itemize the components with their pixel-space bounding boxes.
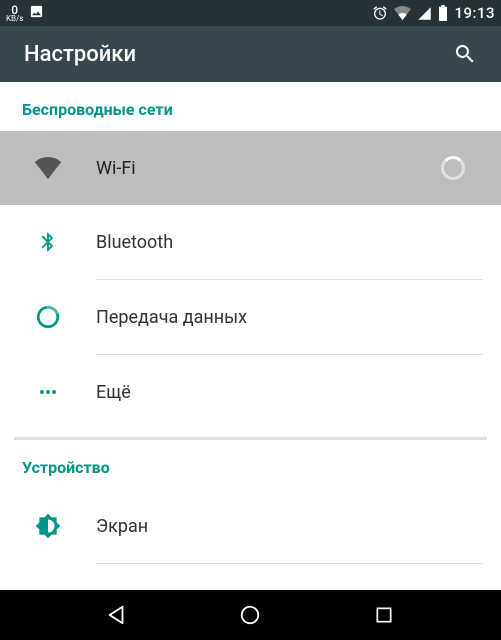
settings-list[interactable]: Беспроводные сети Wi-Fi Bluetooth Переда… xyxy=(0,82,501,590)
nav-back-button[interactable] xyxy=(87,590,147,640)
screen: 0 KB/s 19:13 Настройки xyxy=(0,0,501,640)
home-circle-icon xyxy=(239,604,261,626)
settings-item-label: Экран xyxy=(78,516,483,537)
section-header-device: Устройство xyxy=(0,440,501,489)
display-brightness-icon xyxy=(18,513,78,539)
settings-item-label: Передача данных xyxy=(78,307,483,328)
settings-item-bluetooth[interactable]: Bluetooth xyxy=(0,205,501,279)
page-title: Настройки xyxy=(24,42,136,67)
status-right: 19:13 xyxy=(372,4,495,22)
search-button[interactable] xyxy=(445,34,485,74)
nav-recent-button[interactable] xyxy=(354,590,414,640)
status-bar: 0 KB/s 19:13 xyxy=(0,0,501,26)
network-speed-indicator: 0 KB/s xyxy=(6,4,23,23)
section-header-wireless: Беспроводные сети xyxy=(0,82,501,131)
loading-spinner xyxy=(423,156,483,180)
alarm-icon xyxy=(372,5,388,21)
settings-item-display[interactable]: Экран xyxy=(0,489,501,563)
navigation-bar xyxy=(0,590,501,640)
wifi-status-icon xyxy=(394,6,411,20)
battery-icon xyxy=(438,5,448,21)
net-speed-unit: KB/s xyxy=(6,15,23,23)
settings-item-sound[interactable]: Звуки и уведомления xyxy=(0,564,501,590)
bluetooth-icon xyxy=(18,228,78,256)
wifi-icon xyxy=(18,157,78,179)
image-icon xyxy=(29,4,44,19)
data-usage-icon xyxy=(18,304,78,330)
app-bar: Настройки xyxy=(0,26,501,82)
settings-item-wifi[interactable]: Wi-Fi xyxy=(0,131,501,205)
recent-square-icon xyxy=(374,605,394,625)
settings-item-label: Wi-Fi xyxy=(78,158,423,179)
clock: 19:13 xyxy=(454,4,495,22)
back-triangle-icon xyxy=(106,604,128,626)
nav-home-button[interactable] xyxy=(220,590,280,640)
more-horizontal-icon xyxy=(18,380,78,404)
settings-item-more[interactable]: Ещё xyxy=(0,355,501,429)
cellular-signal-icon xyxy=(417,6,432,21)
status-left: 0 KB/s xyxy=(6,4,44,23)
settings-item-label: Ещё xyxy=(78,382,483,403)
settings-item-label: Bluetooth xyxy=(78,232,483,253)
settings-item-data-usage[interactable]: Передача данных xyxy=(0,280,501,354)
search-icon xyxy=(453,42,477,66)
